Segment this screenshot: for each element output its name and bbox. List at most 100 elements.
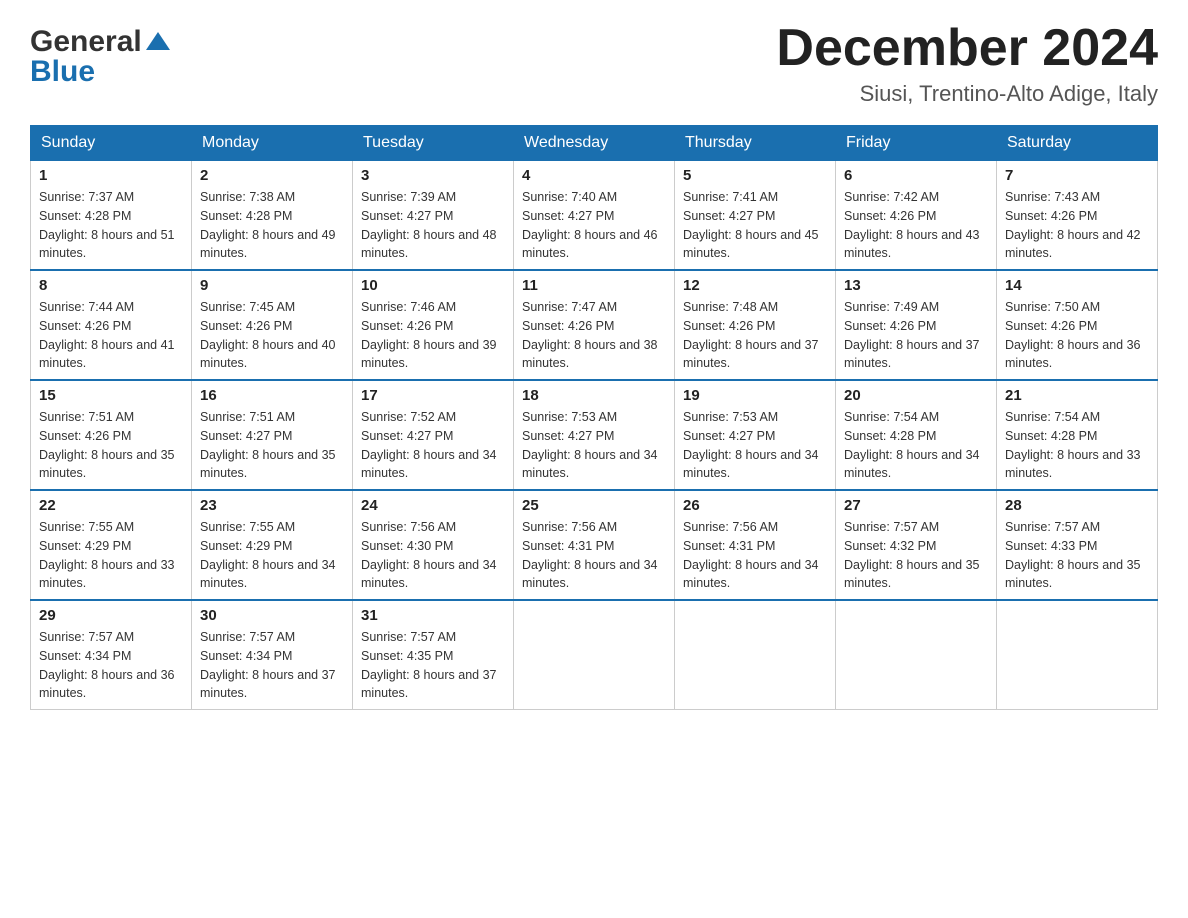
- day-info: Sunrise: 7:55 AMSunset: 4:29 PMDaylight:…: [200, 518, 344, 593]
- day-info: Sunrise: 7:51 AMSunset: 4:26 PMDaylight:…: [39, 408, 183, 483]
- day-info: Sunrise: 7:48 AMSunset: 4:26 PMDaylight:…: [683, 298, 827, 373]
- day-number: 25: [522, 497, 666, 514]
- day-info: Sunrise: 7:52 AMSunset: 4:27 PMDaylight:…: [361, 408, 505, 483]
- calendar-cell: 26 Sunrise: 7:56 AMSunset: 4:31 PMDaylig…: [675, 490, 836, 600]
- calendar-cell: [997, 600, 1158, 710]
- calendar-week-row: 22 Sunrise: 7:55 AMSunset: 4:29 PMDaylig…: [31, 490, 1158, 600]
- day-number: 30: [200, 607, 344, 624]
- day-info: Sunrise: 7:53 AMSunset: 4:27 PMDaylight:…: [522, 408, 666, 483]
- day-number: 10: [361, 277, 505, 294]
- calendar-cell: 21 Sunrise: 7:54 AMSunset: 4:28 PMDaylig…: [997, 380, 1158, 490]
- day-info: Sunrise: 7:55 AMSunset: 4:29 PMDaylight:…: [39, 518, 183, 593]
- calendar-cell: 8 Sunrise: 7:44 AMSunset: 4:26 PMDayligh…: [31, 270, 192, 380]
- day-number: 20: [844, 387, 988, 404]
- day-header-wednesday: Wednesday: [514, 126, 675, 161]
- day-info: Sunrise: 7:51 AMSunset: 4:27 PMDaylight:…: [200, 408, 344, 483]
- calendar-cell: 9 Sunrise: 7:45 AMSunset: 4:26 PMDayligh…: [192, 270, 353, 380]
- calendar-cell: 2 Sunrise: 7:38 AMSunset: 4:28 PMDayligh…: [192, 161, 353, 271]
- day-info: Sunrise: 7:44 AMSunset: 4:26 PMDaylight:…: [39, 298, 183, 373]
- calendar-cell: 24 Sunrise: 7:56 AMSunset: 4:30 PMDaylig…: [353, 490, 514, 600]
- day-number: 28: [1005, 497, 1149, 514]
- day-number: 13: [844, 277, 988, 294]
- calendar-cell: 30 Sunrise: 7:57 AMSunset: 4:34 PMDaylig…: [192, 600, 353, 710]
- calendar-cell: 6 Sunrise: 7:42 AMSunset: 4:26 PMDayligh…: [836, 161, 997, 271]
- calendar-cell: 15 Sunrise: 7:51 AMSunset: 4:26 PMDaylig…: [31, 380, 192, 490]
- calendar-cell: 17 Sunrise: 7:52 AMSunset: 4:27 PMDaylig…: [353, 380, 514, 490]
- title-block: December 2024 Siusi, Trentino-Alto Adige…: [776, 20, 1158, 107]
- calendar-cell: 10 Sunrise: 7:46 AMSunset: 4:26 PMDaylig…: [353, 270, 514, 380]
- day-info: Sunrise: 7:38 AMSunset: 4:28 PMDaylight:…: [200, 188, 344, 263]
- day-number: 18: [522, 387, 666, 404]
- month-title: December 2024: [776, 20, 1158, 77]
- day-number: 31: [361, 607, 505, 624]
- calendar-cell: 16 Sunrise: 7:51 AMSunset: 4:27 PMDaylig…: [192, 380, 353, 490]
- logo: General Blue: [30, 20, 172, 89]
- day-info: Sunrise: 7:43 AMSunset: 4:26 PMDaylight:…: [1005, 188, 1149, 263]
- calendar-cell: 1 Sunrise: 7:37 AMSunset: 4:28 PMDayligh…: [31, 161, 192, 271]
- day-number: 16: [200, 387, 344, 404]
- calendar-cell: 19 Sunrise: 7:53 AMSunset: 4:27 PMDaylig…: [675, 380, 836, 490]
- calendar-cell: 4 Sunrise: 7:40 AMSunset: 4:27 PMDayligh…: [514, 161, 675, 271]
- day-header-thursday: Thursday: [675, 126, 836, 161]
- day-number: 23: [200, 497, 344, 514]
- day-info: Sunrise: 7:46 AMSunset: 4:26 PMDaylight:…: [361, 298, 505, 373]
- day-number: 26: [683, 497, 827, 514]
- day-number: 7: [1005, 167, 1149, 184]
- day-number: 14: [1005, 277, 1149, 294]
- calendar-cell: 22 Sunrise: 7:55 AMSunset: 4:29 PMDaylig…: [31, 490, 192, 600]
- day-info: Sunrise: 7:40 AMSunset: 4:27 PMDaylight:…: [522, 188, 666, 263]
- calendar-week-row: 1 Sunrise: 7:37 AMSunset: 4:28 PMDayligh…: [31, 161, 1158, 271]
- calendar-cell: 12 Sunrise: 7:48 AMSunset: 4:26 PMDaylig…: [675, 270, 836, 380]
- calendar-cell: 13 Sunrise: 7:49 AMSunset: 4:26 PMDaylig…: [836, 270, 997, 380]
- day-number: 22: [39, 497, 183, 514]
- day-number: 9: [200, 277, 344, 294]
- day-info: Sunrise: 7:47 AMSunset: 4:26 PMDaylight:…: [522, 298, 666, 373]
- day-info: Sunrise: 7:39 AMSunset: 4:27 PMDaylight:…: [361, 188, 505, 263]
- day-number: 1: [39, 167, 183, 184]
- day-number: 17: [361, 387, 505, 404]
- day-info: Sunrise: 7:50 AMSunset: 4:26 PMDaylight:…: [1005, 298, 1149, 373]
- calendar-cell: 20 Sunrise: 7:54 AMSunset: 4:28 PMDaylig…: [836, 380, 997, 490]
- day-info: Sunrise: 7:54 AMSunset: 4:28 PMDaylight:…: [844, 408, 988, 483]
- day-header-saturday: Saturday: [997, 126, 1158, 161]
- day-info: Sunrise: 7:54 AMSunset: 4:28 PMDaylight:…: [1005, 408, 1149, 483]
- day-number: 6: [844, 167, 988, 184]
- day-number: 15: [39, 387, 183, 404]
- calendar-cell: [514, 600, 675, 710]
- calendar-cell: 25 Sunrise: 7:56 AMSunset: 4:31 PMDaylig…: [514, 490, 675, 600]
- day-number: 3: [361, 167, 505, 184]
- calendar-cell: 27 Sunrise: 7:57 AMSunset: 4:32 PMDaylig…: [836, 490, 997, 600]
- day-number: 5: [683, 167, 827, 184]
- calendar-week-row: 29 Sunrise: 7:57 AMSunset: 4:34 PMDaylig…: [31, 600, 1158, 710]
- calendar-table: SundayMondayTuesdayWednesdayThursdayFrid…: [30, 125, 1158, 710]
- calendar-week-row: 15 Sunrise: 7:51 AMSunset: 4:26 PMDaylig…: [31, 380, 1158, 490]
- calendar-week-row: 8 Sunrise: 7:44 AMSunset: 4:26 PMDayligh…: [31, 270, 1158, 380]
- day-info: Sunrise: 7:37 AMSunset: 4:28 PMDaylight:…: [39, 188, 183, 263]
- logo-blue-text: Blue: [30, 55, 95, 89]
- calendar-cell: 14 Sunrise: 7:50 AMSunset: 4:26 PMDaylig…: [997, 270, 1158, 380]
- day-number: 27: [844, 497, 988, 514]
- logo-general-text: General: [30, 25, 142, 59]
- page-header: General Blue December 2024 Siusi, Trenti…: [30, 20, 1158, 107]
- day-number: 29: [39, 607, 183, 624]
- day-info: Sunrise: 7:57 AMSunset: 4:34 PMDaylight:…: [200, 628, 344, 703]
- day-header-sunday: Sunday: [31, 126, 192, 161]
- calendar-cell: 3 Sunrise: 7:39 AMSunset: 4:27 PMDayligh…: [353, 161, 514, 271]
- day-info: Sunrise: 7:49 AMSunset: 4:26 PMDaylight:…: [844, 298, 988, 373]
- day-number: 12: [683, 277, 827, 294]
- day-number: 4: [522, 167, 666, 184]
- calendar-header-row: SundayMondayTuesdayWednesdayThursdayFrid…: [31, 126, 1158, 161]
- day-number: 8: [39, 277, 183, 294]
- day-info: Sunrise: 7:57 AMSunset: 4:32 PMDaylight:…: [844, 518, 988, 593]
- day-number: 24: [361, 497, 505, 514]
- day-info: Sunrise: 7:56 AMSunset: 4:30 PMDaylight:…: [361, 518, 505, 593]
- calendar-cell: [675, 600, 836, 710]
- day-info: Sunrise: 7:57 AMSunset: 4:35 PMDaylight:…: [361, 628, 505, 703]
- day-number: 21: [1005, 387, 1149, 404]
- calendar-cell: 28 Sunrise: 7:57 AMSunset: 4:33 PMDaylig…: [997, 490, 1158, 600]
- calendar-cell: [836, 600, 997, 710]
- day-info: Sunrise: 7:42 AMSunset: 4:26 PMDaylight:…: [844, 188, 988, 263]
- day-number: 2: [200, 167, 344, 184]
- day-header-monday: Monday: [192, 126, 353, 161]
- calendar-cell: 5 Sunrise: 7:41 AMSunset: 4:27 PMDayligh…: [675, 161, 836, 271]
